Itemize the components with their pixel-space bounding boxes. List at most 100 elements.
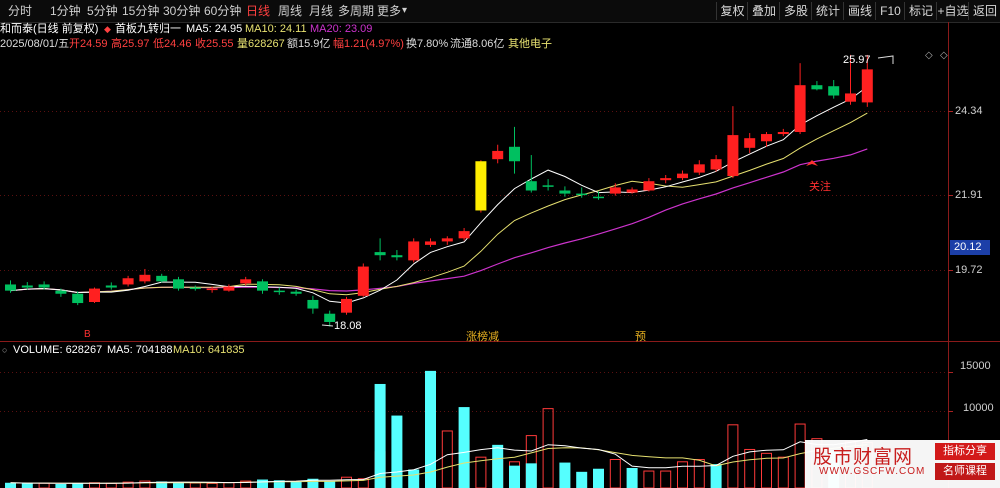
candle-body bbox=[257, 281, 268, 291]
volume-bar bbox=[559, 462, 571, 488]
collapse-icon[interactable]: ○ bbox=[2, 343, 7, 358]
chart-title-bar: 和而泰(日线 前复权) ◆ 首板九转归一 MA5: 24.95 MA10: 24… bbox=[0, 22, 948, 61]
volume-bar bbox=[525, 463, 537, 488]
info-turnover: 换7.80% bbox=[406, 38, 449, 50]
candle-body bbox=[794, 85, 806, 132]
volume-ma-lines bbox=[10, 439, 868, 484]
toolbar-button[interactable]: 统计 bbox=[811, 2, 844, 20]
info-sector[interactable]: 其他电子 bbox=[508, 37, 552, 52]
candle-body bbox=[408, 241, 420, 261]
toolbar-button[interactable]: +自选 bbox=[936, 2, 969, 20]
candle-body bbox=[761, 134, 772, 142]
price-ma-lines bbox=[10, 86, 868, 304]
volume-ma10-line bbox=[10, 444, 868, 484]
volume-bar bbox=[72, 483, 84, 488]
price-tick-label: 19.72 bbox=[955, 264, 983, 276]
marker-zt: 涨榜减 bbox=[466, 331, 499, 343]
timeframe-tab[interactable]: 月线 bbox=[309, 0, 333, 22]
volume-bar bbox=[105, 482, 117, 488]
volume-bar bbox=[677, 461, 688, 488]
volume-bar bbox=[626, 467, 638, 488]
candle-body bbox=[744, 138, 756, 148]
timeframe-tab[interactable]: 日线 bbox=[246, 0, 270, 22]
candle-body bbox=[643, 181, 655, 191]
candle-body bbox=[509, 146, 520, 162]
volume-header: ○ VOLUME: 628267 MA5: 704188 MA10: 64183… bbox=[0, 343, 948, 357]
volume-bar bbox=[38, 482, 50, 488]
timeframe-tab[interactable]: 周线 bbox=[278, 0, 302, 22]
info-close: 收25.55 bbox=[195, 38, 234, 50]
volume-bar bbox=[290, 481, 302, 488]
candle-body bbox=[5, 284, 16, 291]
volume-bar bbox=[794, 423, 806, 488]
volume-bar bbox=[761, 452, 772, 488]
info-low: 低24.46 bbox=[153, 38, 192, 50]
watermark: 股市财富网 WWW.GSCFW.COM 指标分享 名师课程 bbox=[805, 440, 1000, 488]
volume-bar bbox=[660, 470, 672, 488]
candle-body bbox=[660, 178, 672, 181]
candle-body bbox=[341, 298, 352, 313]
candle-body bbox=[576, 193, 588, 196]
candle-body bbox=[677, 173, 688, 179]
volume-bar bbox=[240, 480, 252, 488]
timeframe-tab[interactable]: 1分钟 bbox=[50, 0, 81, 22]
volume-bar bbox=[727, 424, 739, 488]
high-arrow bbox=[877, 55, 894, 64]
price-tick-label: 21.91 bbox=[955, 189, 983, 201]
volume-bar bbox=[324, 481, 336, 488]
candle-body bbox=[559, 190, 571, 194]
candle-body bbox=[89, 288, 100, 303]
toolbar-button[interactable]: 复权 bbox=[716, 2, 748, 20]
volume-bar bbox=[492, 444, 504, 488]
watermark-url: WWW.GSCFW.COM bbox=[819, 466, 926, 477]
toolbar-button[interactable]: 标记 bbox=[904, 2, 937, 20]
candle-body bbox=[609, 187, 621, 194]
toolbar-button[interactable]: F10 bbox=[875, 2, 905, 20]
candle-body bbox=[156, 275, 168, 282]
follow-label: 关注 bbox=[809, 181, 831, 193]
volume-bar bbox=[21, 483, 33, 488]
volume-bar bbox=[341, 476, 352, 488]
candle-body bbox=[828, 86, 840, 96]
volume-bar bbox=[391, 415, 403, 488]
timeframe-tab[interactable]: 5分钟 bbox=[87, 0, 118, 22]
toolbar-button[interactable]: 返回 bbox=[968, 2, 1000, 20]
volume-tick-label: 15000 bbox=[960, 360, 991, 372]
indicator-name[interactable]: 首板九转归一 bbox=[115, 22, 181, 37]
volume-bar bbox=[609, 458, 621, 488]
marker-yu: 预 bbox=[635, 331, 646, 343]
candle-body bbox=[307, 299, 319, 309]
volume-bar bbox=[710, 464, 722, 488]
more-dropdown-icon[interactable]: ▾ bbox=[402, 0, 407, 22]
candle-body bbox=[21, 285, 33, 288]
volume-ma5-line bbox=[10, 439, 868, 484]
candle-body bbox=[777, 131, 789, 135]
volume-bar bbox=[509, 461, 520, 488]
candles bbox=[5, 54, 873, 327]
timeframe-tab[interactable]: 更多 bbox=[377, 0, 401, 22]
toolbar-button[interactable]: 多股 bbox=[779, 2, 812, 20]
volume-bar bbox=[257, 479, 268, 488]
volume-bar bbox=[693, 458, 705, 488]
volume-bar bbox=[408, 469, 420, 488]
volume-bar bbox=[173, 482, 184, 488]
volume-bar bbox=[273, 480, 285, 488]
volume-bar bbox=[223, 482, 235, 488]
info-volume: 量628267 bbox=[237, 38, 285, 50]
candle-body bbox=[55, 290, 67, 294]
toolbar-button[interactable]: 叠加 bbox=[747, 2, 780, 20]
candle-body bbox=[811, 85, 823, 90]
volume-bar bbox=[744, 448, 756, 488]
timeframe-tab[interactable]: 15分钟 bbox=[122, 0, 159, 22]
candle-body bbox=[391, 255, 403, 258]
toolbar-button[interactable]: 画线 bbox=[843, 2, 876, 20]
ma5-line bbox=[10, 86, 868, 304]
candle-body bbox=[441, 238, 453, 242]
candle-body bbox=[626, 189, 638, 193]
timeframe-tab[interactable]: 分时 bbox=[8, 0, 32, 22]
timeframe-tab[interactable]: 60分钟 bbox=[204, 0, 241, 22]
timeframe-tab[interactable]: 多周期 bbox=[338, 0, 374, 22]
volume-bar bbox=[542, 408, 554, 488]
timeframe-tab[interactable]: 30分钟 bbox=[163, 0, 200, 22]
candle-body bbox=[105, 285, 117, 288]
